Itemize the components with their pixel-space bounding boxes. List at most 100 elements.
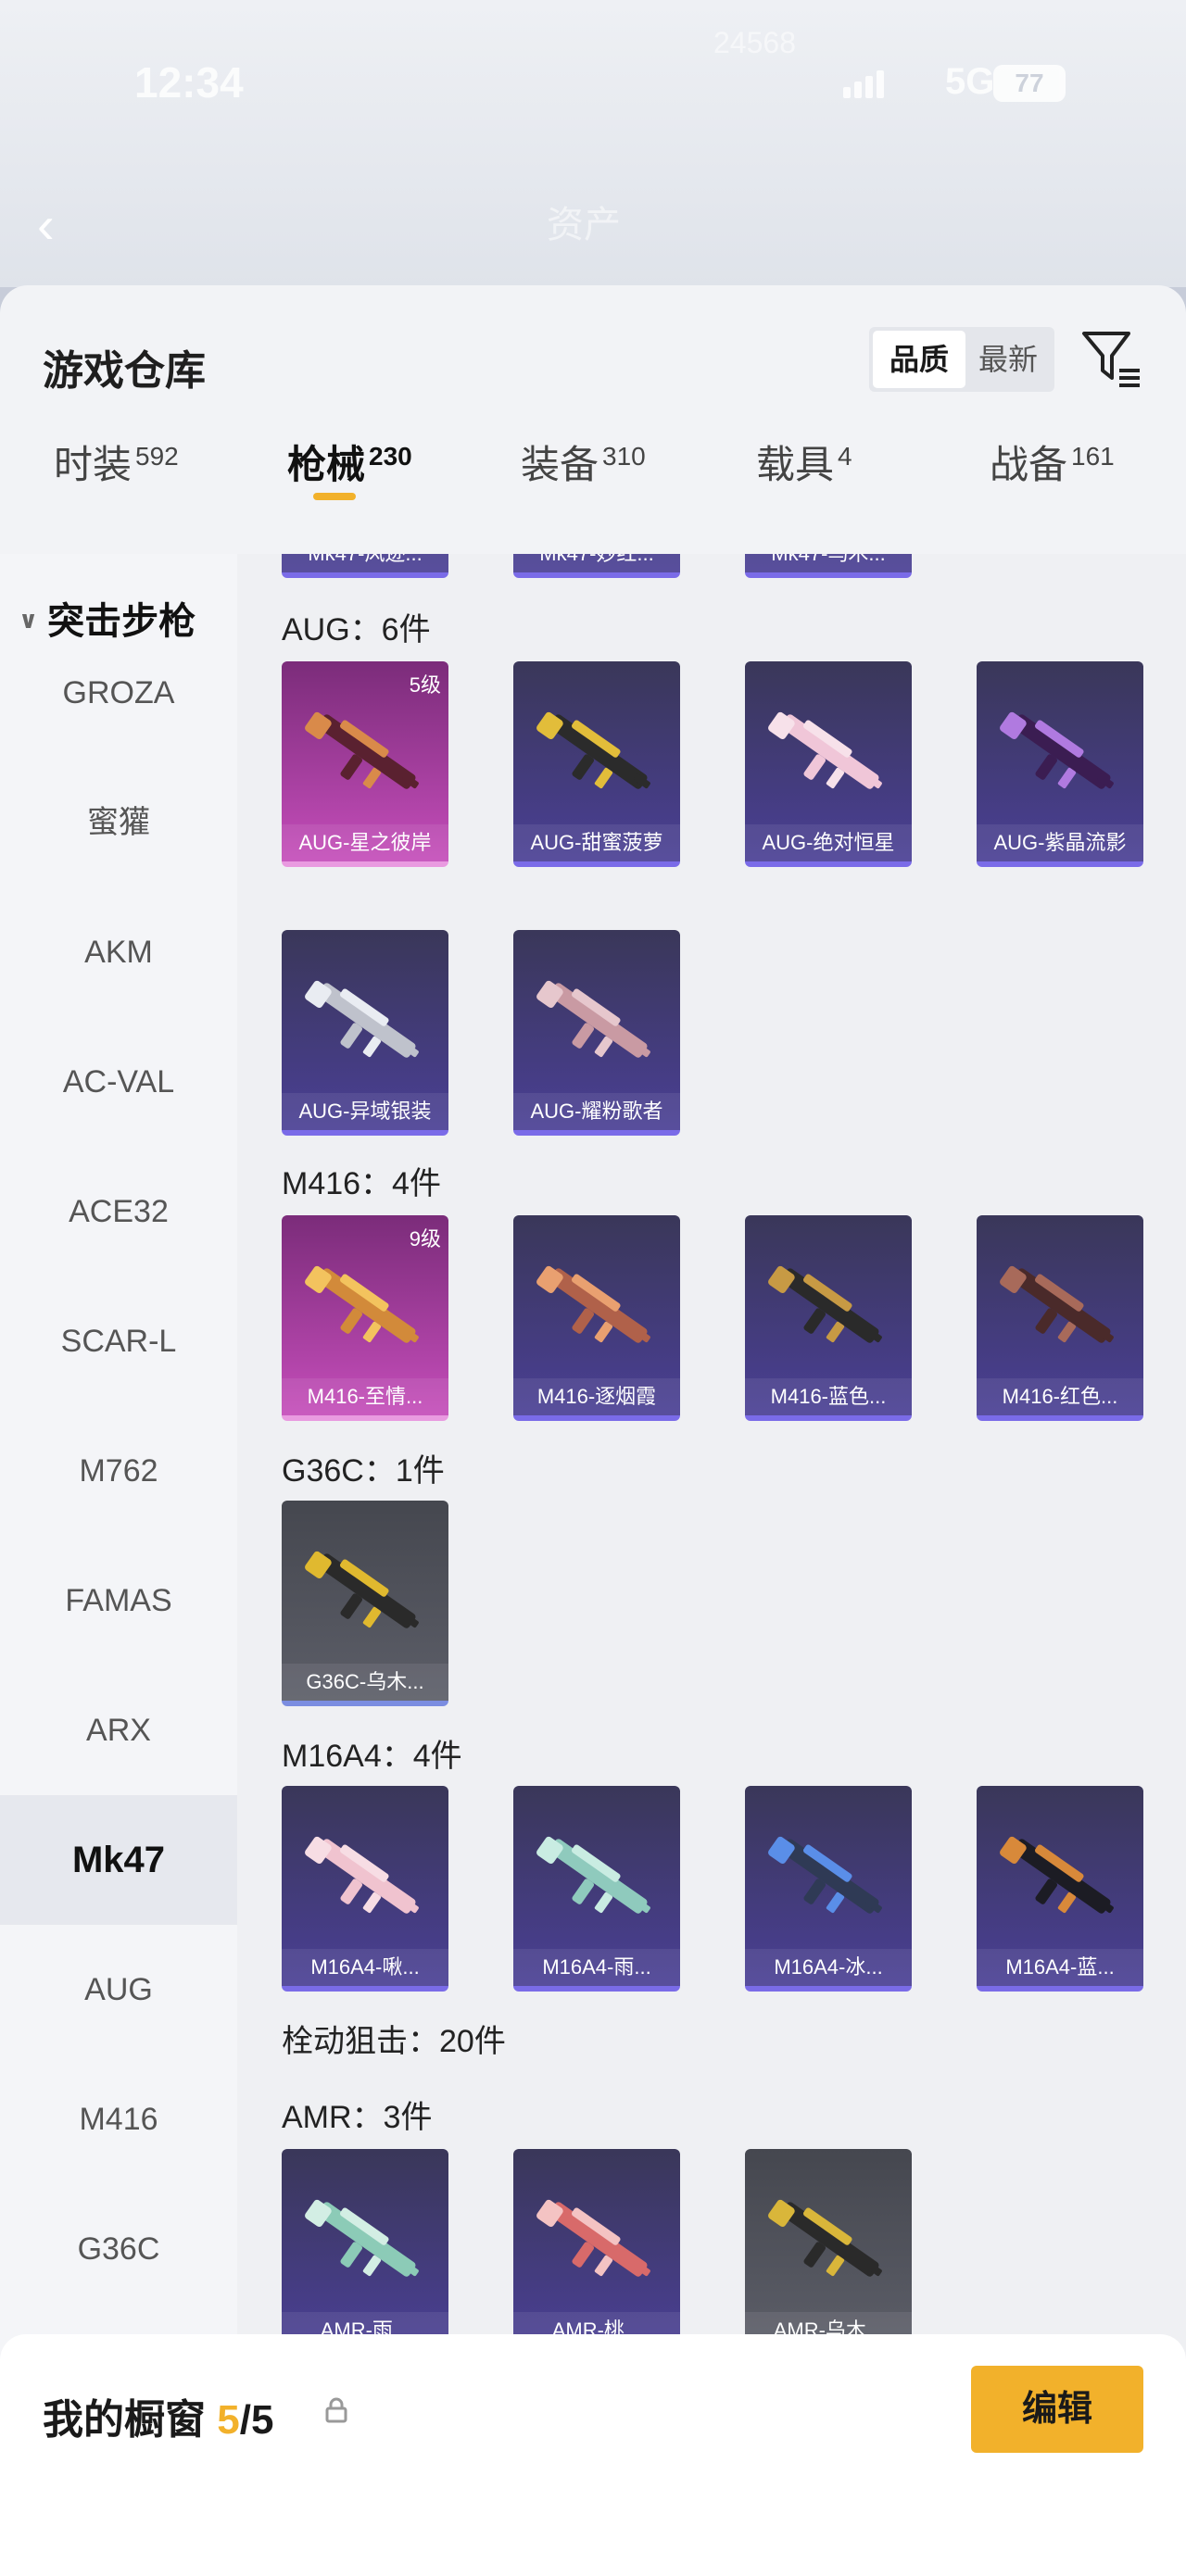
- weapon-card[interactable]: M416-蓝色...: [745, 1215, 912, 1421]
- weapon-name: M16A4-雨...: [513, 1949, 680, 1986]
- weapon-card[interactable]: AUG-耀粉歌者: [513, 930, 680, 1136]
- weapon-image: [768, 1265, 882, 1343]
- page-title: 游戏仓库: [43, 348, 206, 394]
- tab-firearms[interactable]: 枪械 230: [287, 434, 412, 535]
- weapon-image: [305, 980, 419, 1058]
- tab-count: 592: [135, 442, 179, 471]
- sidebar-item-g36c[interactable]: G36C: [0, 2184, 237, 2314]
- sidebar-item-ac-val[interactable]: AC-VAL: [0, 1017, 237, 1147]
- top-nav: ‹: [0, 176, 1186, 278]
- weapon-image: [768, 711, 882, 789]
- sidebar-item-scar-l[interactable]: SCAR-L: [0, 1276, 237, 1406]
- sidebar-item-mk47[interactable]: Mk47: [0, 1795, 237, 1925]
- weapon-card[interactable]: M16A4-蓝...: [977, 1786, 1143, 1992]
- tab-fashion[interactable]: 时装 592: [54, 434, 179, 535]
- weapon-card[interactable]: M16A4-冰...: [745, 1786, 912, 1992]
- weapon-card[interactable]: AUG-甜蜜菠萝: [513, 661, 680, 867]
- weapon-name: Mk47-乌木...: [745, 554, 912, 572]
- weapon-name: M416-蓝色...: [745, 1378, 912, 1415]
- status-time: 12:34: [134, 58, 244, 107]
- sort-newest-button[interactable]: 最新: [965, 331, 1051, 388]
- signal-icon: [843, 70, 884, 98]
- weapon-name: AUG-耀粉歌者: [513, 1093, 680, 1130]
- weapon-card[interactable]: 5级 AUG-星之彼岸: [282, 661, 448, 867]
- section-title-aug: AUG：6件: [282, 612, 431, 647]
- weapon-card[interactable]: AMR-雨...: [282, 2149, 448, 2355]
- sidebar-item-akm[interactable]: AKM: [0, 887, 237, 1017]
- active-tab-indicator: [313, 493, 356, 500]
- tab-label: 战备: [990, 443, 1068, 486]
- tab-count: 310: [602, 442, 646, 471]
- weapon-card[interactable]: M16A4-雨...: [513, 1786, 680, 1992]
- weapon-image: [1000, 711, 1114, 789]
- weapon-name: G36C-乌木...: [282, 1664, 448, 1701]
- weapon-name: M416-红色...: [977, 1378, 1143, 1415]
- weapon-name: M16A4-蓝...: [977, 1949, 1143, 1986]
- section-title-g36c: G36C：1件: [282, 1453, 445, 1489]
- weapon-image: [305, 1551, 419, 1628]
- weapon-card[interactable]: AMR-乌木...: [745, 2149, 912, 2355]
- sidebar-item-m416[interactable]: M416: [0, 2055, 237, 2184]
- weapon-image: [305, 2199, 419, 2277]
- sort-toggle: 品质 最新: [869, 327, 1054, 392]
- weapon-name: M16A4-啾...: [282, 1949, 448, 1986]
- weapon-image: [768, 2199, 882, 2277]
- weapon-image: [536, 1265, 650, 1343]
- weapon-card[interactable]: 9级 M416-至情...: [282, 1215, 448, 1421]
- weapon-level: 5级: [409, 673, 441, 697]
- weapon-name: AUG-星之彼岸: [282, 824, 448, 861]
- weapon-image: [536, 711, 650, 789]
- weapon-name: AUG-甜蜜菠萝: [513, 824, 680, 861]
- tab-supplies[interactable]: 战备 161: [990, 434, 1115, 535]
- tab-count: 230: [369, 442, 412, 471]
- tab-label: 枪械: [287, 443, 366, 486]
- showcase-bar: 我的橱窗 5/5 编辑: [0, 2334, 1186, 2576]
- lock-icon: [325, 2397, 347, 2423]
- weapon-card[interactable]: G36C-乌木...: [282, 1501, 448, 1706]
- tab-count: 4: [838, 442, 852, 471]
- warehouse-sheet: 游戏仓库 品质 最新 时装 592 枪械 230 装备 310 载具 4 战备 161 ∨…: [0, 285, 1186, 2576]
- tab-label: 装备: [521, 443, 599, 486]
- tab-vehicles[interactable]: 载具 4: [756, 434, 852, 535]
- section-title-amr: AMR：3件: [282, 2100, 433, 2135]
- section-title-sniper: 栓动狙击：20件: [282, 2024, 506, 2059]
- filter-icon[interactable]: [1079, 326, 1143, 391]
- showcase-title: 我的橱窗 5/5: [43, 2386, 273, 2445]
- sort-quality-button[interactable]: 品质: [873, 331, 965, 388]
- weapon-card[interactable]: AMR-桃...: [513, 2149, 680, 2355]
- sidebar-item-ace32[interactable]: ACE32: [0, 1147, 237, 1276]
- weapon-card[interactable]: AUG-紫晶流影: [977, 661, 1143, 867]
- weapon-card[interactable]: M416-红色...: [977, 1215, 1143, 1421]
- sidebar-item-honey-badger[interactable]: 蜜獾: [0, 758, 237, 887]
- weapon-card[interactable]: AUG-绝对恒星: [745, 661, 912, 867]
- weapon-card[interactable]: AUG-异域银装: [282, 930, 448, 1136]
- weapon-card[interactable]: Mk47-乌木...: [745, 554, 912, 578]
- weapon-grid: Mk47-风迹... Mk47-妙红... Mk47-乌木... AUG：6件 …: [237, 554, 1186, 2416]
- weapon-image: [768, 1836, 882, 1914]
- tab-equipment[interactable]: 装备 310: [521, 434, 646, 535]
- weapon-card[interactable]: Mk47-妙红...: [513, 554, 680, 578]
- tab-label: 载具: [756, 443, 835, 486]
- section-title-m416: M416：4件: [282, 1166, 441, 1201]
- weapon-card[interactable]: M416-逐烟霞: [513, 1215, 680, 1421]
- weapon-image: [1000, 1836, 1114, 1914]
- back-icon[interactable]: ‹: [37, 195, 55, 255]
- status-bar: 12:34 5G 77: [0, 0, 1186, 111]
- weapon-name: AUG-紫晶流影: [977, 824, 1143, 861]
- weapon-card[interactable]: M16A4-啾...: [282, 1786, 448, 1992]
- weapon-image: [305, 711, 419, 789]
- tab-label: 时装: [54, 443, 132, 486]
- weapon-sidebar: ∨ 突击步枪 GROZA 蜜獾 AKM AC-VAL ACE32 SCAR-L M…: [0, 554, 237, 2416]
- edit-button[interactable]: 编辑: [971, 2366, 1143, 2453]
- section-title-m16a4: M16A4：4件: [282, 1739, 462, 1774]
- weapon-name: M416-至情...: [282, 1378, 448, 1415]
- sidebar-item-famas[interactable]: FAMAS: [0, 1536, 237, 1665]
- weapon-image: [1000, 1265, 1114, 1343]
- weapon-card[interactable]: Mk47-风迹...: [282, 554, 448, 578]
- sidebar-item-arx[interactable]: ARX: [0, 1665, 237, 1795]
- sidebar-item-m762[interactable]: M762: [0, 1406, 237, 1536]
- weapon-level: 9级: [409, 1227, 441, 1250]
- weapon-image: [305, 1836, 419, 1914]
- sidebar-item-groza[interactable]: GROZA: [0, 628, 237, 758]
- sidebar-item-aug[interactable]: AUG: [0, 1925, 237, 2055]
